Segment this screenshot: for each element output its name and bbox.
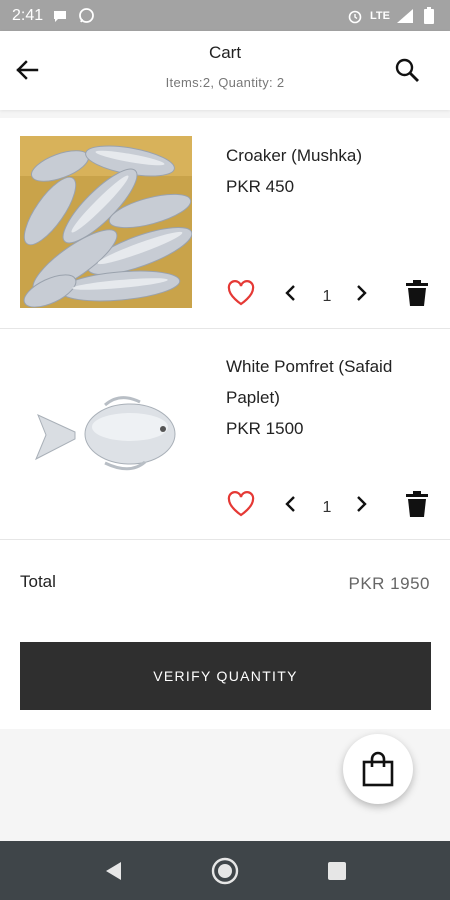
delete-item-button[interactable] (404, 490, 430, 518)
delete-item-button[interactable] (404, 279, 430, 307)
signal-icon (396, 7, 414, 25)
quantity-value: 1 (322, 288, 332, 305)
product-info: White Pomfret (Safaid Paplet) PKR 1500 (226, 351, 436, 444)
product-info: Croaker (Mushka) PKR 450 (226, 140, 436, 202)
product-image[interactable] (20, 136, 192, 308)
chevron-right-icon (357, 285, 367, 301)
page-title: Cart (208, 43, 242, 62)
nav-back-button[interactable] (97, 855, 129, 887)
nav-home-button[interactable] (209, 855, 241, 887)
network-label: LTE (370, 9, 390, 22)
quantity-value: 1 (322, 499, 332, 516)
heart-icon[interactable] (226, 278, 256, 308)
whatsapp-icon (77, 7, 95, 25)
search-button[interactable] (392, 55, 422, 85)
nav-recents-button[interactable] (321, 855, 353, 887)
cart-item: Croaker (Mushka) PKR 450 1 (0, 118, 450, 329)
chat-bubble-icon (51, 7, 69, 25)
trash-icon (406, 491, 428, 517)
chevron-left-icon (285, 285, 295, 301)
shopping-bag-fab[interactable] (343, 734, 413, 804)
total-label: Total (20, 572, 56, 591)
system-navigation-bar (0, 841, 450, 900)
heart-icon[interactable] (226, 489, 256, 519)
increase-quantity-button[interactable] (350, 281, 372, 305)
alarm-icon (346, 7, 364, 25)
battery-icon (420, 7, 438, 25)
trash-icon (406, 280, 428, 306)
cart-content: Croaker (Mushka) PKR 450 1 White Pomfret… (0, 118, 450, 729)
product-name: White Pomfret (Safaid Paplet) (226, 357, 393, 407)
app-bar: Cart Items:2, Quantity: 2 (0, 31, 450, 110)
search-icon (395, 58, 419, 82)
status-bar: 2:41 LTE (0, 0, 450, 31)
cart-item: White Pomfret (Safaid Paplet) PKR 1500 1 (0, 329, 450, 540)
shopping-bag-icon (362, 751, 394, 787)
product-price: PKR 1500 (226, 419, 304, 438)
triangle-back-icon (106, 862, 121, 880)
product-image[interactable] (20, 347, 192, 519)
verify-quantity-button[interactable]: VERIFY QUANTITY (20, 642, 431, 710)
cart-summary-subtitle: Items:2, Quantity: 2 (165, 75, 285, 90)
decrease-quantity-button[interactable] (280, 492, 302, 516)
decrease-quantity-button[interactable] (280, 281, 302, 305)
square-recents-icon (328, 862, 346, 880)
status-time: 2:41 (12, 6, 44, 24)
chevron-right-icon (357, 496, 367, 512)
total-value: PKR 1950 (348, 574, 430, 593)
total-row: Total PKR 1950 (0, 550, 450, 610)
item-controls: 1 (226, 278, 436, 308)
item-controls: 1 (226, 489, 436, 519)
product-name: Croaker (Mushka) (226, 146, 363, 165)
product-price: PKR 450 (226, 177, 295, 196)
circle-home-icon (211, 857, 239, 885)
increase-quantity-button[interactable] (350, 492, 372, 516)
chevron-left-icon (285, 496, 295, 512)
